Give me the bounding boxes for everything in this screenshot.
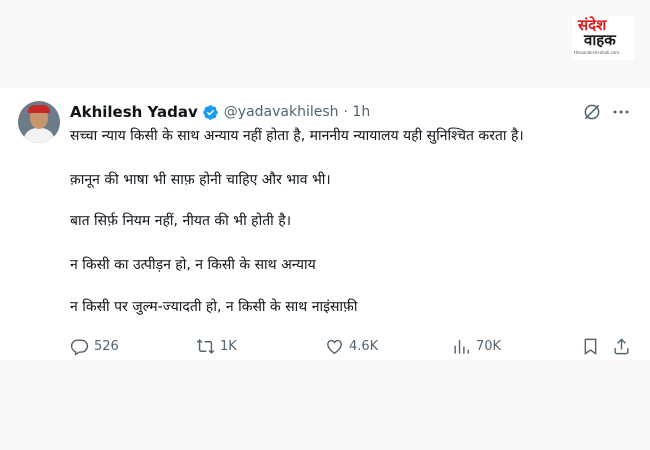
tweet-line-4: न किसी का उत्पीड़न हो, न किसी के साथ अन्… bbox=[70, 257, 316, 273]
avatar[interactable] bbox=[18, 101, 60, 143]
reply-count: 526 bbox=[94, 338, 119, 354]
author-name[interactable]: Akhilesh Yadav bbox=[70, 103, 198, 121]
tweet-actions: 526 1K 4.6K 70K bbox=[0, 335, 650, 357]
bookmark-button[interactable] bbox=[581, 335, 601, 357]
share-icon bbox=[614, 337, 629, 354]
avatar-body bbox=[23, 128, 55, 143]
grok-icon[interactable] bbox=[582, 102, 602, 122]
author-handle[interactable]: @yadavakhilesh bbox=[224, 104, 339, 120]
reply-icon bbox=[70, 338, 89, 356]
tweet-line-1: सच्चा न्याय किसी के साथ अन्याय नहीं होता… bbox=[70, 128, 524, 144]
repost-count: 1K bbox=[220, 338, 237, 354]
tweet-line-3: बात सिर्फ़ नियम नहीं, नीयत की भी होती है… bbox=[70, 213, 292, 229]
views-count: 70K bbox=[476, 338, 502, 354]
views-button[interactable]: 70K bbox=[452, 335, 501, 357]
tweet-line-5: न किसी पर जुल्म-ज्यादती हो, न किसी के सा… bbox=[70, 299, 358, 315]
like-button[interactable]: 4.6K bbox=[325, 335, 378, 357]
share-button[interactable] bbox=[612, 335, 632, 357]
tweet-time[interactable]: · 1h bbox=[344, 104, 371, 120]
like-icon bbox=[327, 339, 342, 354]
repost-button[interactable]: 1K bbox=[196, 335, 237, 357]
logo-text-bottom: वाहक bbox=[584, 31, 616, 49]
verified-badge-icon bbox=[203, 104, 218, 120]
like-count: 4.6K bbox=[349, 338, 379, 354]
more-icon[interactable] bbox=[612, 104, 630, 120]
repost-icon bbox=[196, 338, 215, 354]
watermark-logo: संदेश वाहक thesandeshvahak.com bbox=[572, 16, 634, 60]
tweet-line-2: क़ानून की भाषा भी साफ़ होनी चाहिए और भाव… bbox=[70, 172, 331, 188]
tweet-header: Akhilesh Yadav @yadavakhilesh · 1h bbox=[70, 102, 370, 122]
avatar-cap bbox=[28, 105, 50, 113]
tweet-card[interactable]: Akhilesh Yadav @yadavakhilesh · 1h सच्चा… bbox=[0, 88, 650, 360]
bookmark-icon bbox=[584, 338, 597, 355]
reply-button[interactable]: 526 bbox=[70, 335, 119, 357]
logo-url: thesandeshvahak.com bbox=[574, 50, 620, 55]
views-icon bbox=[454, 339, 469, 354]
